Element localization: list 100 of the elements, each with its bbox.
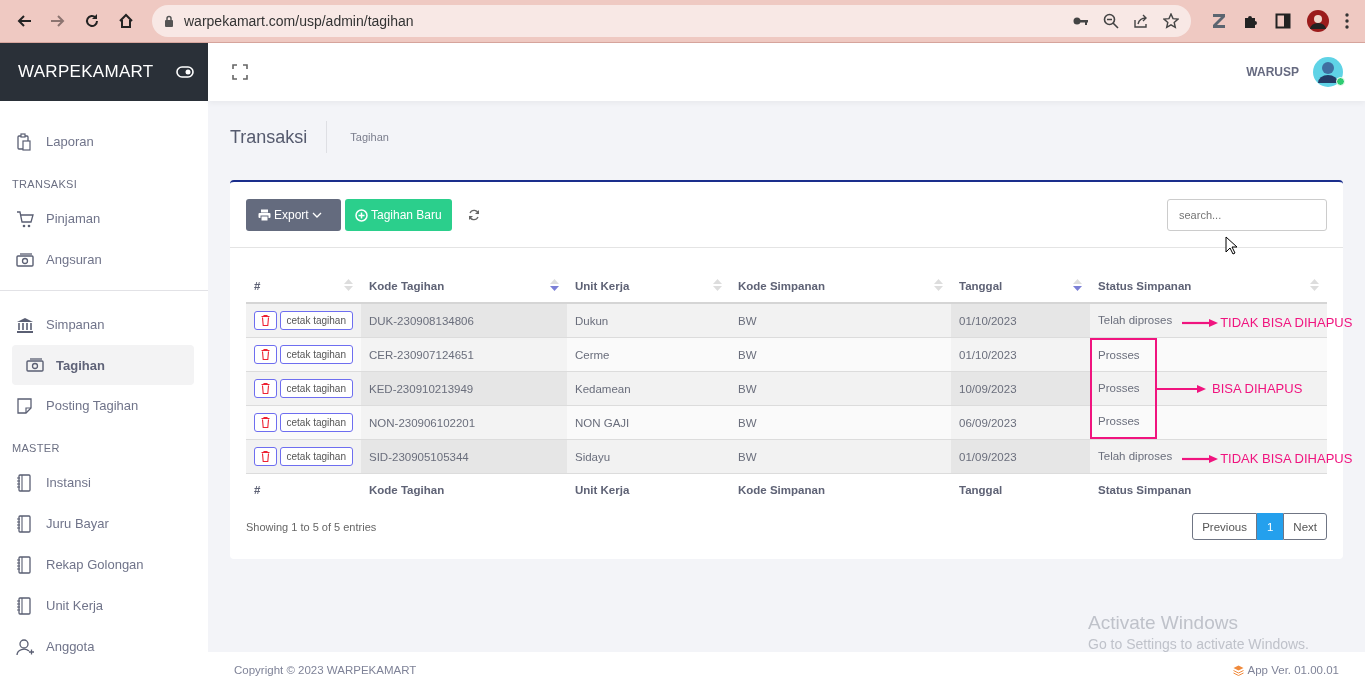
add-user-icon (16, 637, 34, 656)
table-cell: Cerme (567, 337, 730, 372)
sidebar-item[interactable]: Juru Bayar (0, 503, 208, 544)
section-heading: MASTER (11, 441, 61, 456)
user-avatar-icon[interactable] (1313, 57, 1343, 87)
table-cell: KED-230910213949 (361, 371, 567, 406)
sidebar-item[interactable]: Angsuran (0, 239, 208, 280)
sidebar-item[interactable]: Anggota (0, 626, 208, 667)
annotation-text: BISA DIHAPUS (1212, 380, 1303, 396)
lock-icon (164, 15, 174, 27)
puzzle-icon[interactable] (1243, 13, 1259, 29)
zoom-out-icon[interactable] (1103, 13, 1119, 29)
copyright-text: Copyright © 2023 WARPEKAMART (234, 664, 417, 676)
table-cell: NON GAJI (567, 405, 730, 440)
table-cell: DUK-230908134806 (361, 303, 567, 338)
delete-button[interactable] (254, 345, 277, 364)
url-text: warpekamart.com/usp/admin/tagihan (184, 13, 415, 29)
delete-button[interactable] (254, 379, 277, 398)
print-bill-button[interactable]: cetak tagihan (279, 447, 353, 466)
annotation-text: TIDAK BISA DIHAPUS (1220, 314, 1353, 330)
star-icon[interactable] (1163, 13, 1179, 29)
forward-icon (50, 13, 66, 29)
column-footer: Tanggal (951, 473, 1090, 506)
sidebar-item[interactable]: Rekap Golongan (0, 544, 208, 585)
z-extension-icon[interactable] (1211, 12, 1227, 30)
delete-button[interactable] (254, 311, 277, 330)
delete-button[interactable] (254, 413, 277, 432)
banknote-icon (26, 356, 44, 374)
sidebar-item[interactable]: Tagihan (12, 345, 194, 385)
notebook-icon (16, 596, 34, 615)
table-cell-text: Telah diproses (1098, 313, 1173, 328)
previous-button[interactable]: Previous (1192, 513, 1257, 540)
key-icon[interactable] (1073, 16, 1089, 26)
column-footer: Status Simpanan (1090, 473, 1327, 506)
home-icon (118, 13, 134, 29)
table-cell: NON-230906102201 (361, 405, 567, 440)
sidebar-item[interactable]: Instansi (0, 462, 208, 503)
profile-avatar-icon[interactable] (1307, 10, 1329, 32)
fullscreen-icon[interactable] (232, 64, 248, 80)
notebook-icon (16, 514, 34, 533)
trash-icon (260, 451, 270, 462)
column-footer: Kode Tagihan (361, 473, 567, 506)
table-cell: Sidayu (567, 439, 730, 474)
notebook-icon (16, 555, 34, 574)
entries-info: Showing 1 to 5 of 5 entries (246, 520, 377, 533)
print-bill-button[interactable]: cetak tagihan (279, 345, 353, 364)
table-cell: BW (730, 405, 951, 440)
reload-icon (84, 13, 100, 29)
column-footer: Kode Simpanan (730, 473, 951, 506)
trash-icon (260, 315, 270, 326)
section-heading: TRANSAKSI (11, 177, 79, 192)
toggle-icon[interactable] (176, 66, 194, 78)
table-cell: CER-230907124651 (361, 337, 567, 372)
address-bar[interactable]: warpekamart.com/usp/admin/tagihan (152, 5, 1191, 37)
mouse-cursor-icon (1225, 236, 1238, 255)
bank-icon (16, 315, 34, 334)
table-cell: 01/09/2023 (951, 439, 1090, 474)
user-name: WARUSP (1246, 65, 1299, 79)
table-cell: BW (730, 371, 951, 406)
trash-icon (260, 349, 270, 360)
next-button[interactable]: Next (1283, 513, 1327, 540)
column-footer: # (246, 473, 361, 506)
layers-icon (1232, 664, 1244, 676)
clipboard-icon (16, 132, 34, 151)
search-field[interactable]: search... (1167, 199, 1327, 231)
column-footer: Unit Kerja (567, 473, 730, 506)
print-bill-button[interactable]: cetak tagihan (279, 379, 353, 398)
table-cell: Dukun (567, 303, 730, 338)
table-cell: BW (730, 337, 951, 372)
sidebar-item[interactable]: Pinjaman (0, 198, 208, 239)
page-title: Transaksi (230, 121, 328, 153)
sidebar-item[interactable]: Simpanan (0, 304, 208, 345)
breadcrumb-link[interactable]: Tagihan (327, 131, 389, 143)
share-icon[interactable] (1133, 13, 1149, 29)
menu-icon[interactable] (1345, 13, 1349, 29)
table-cell-text: Telah diproses (1098, 449, 1173, 464)
sidebar-item[interactable]: Posting Tagihan (0, 385, 208, 426)
plus-circle-icon (355, 208, 368, 222)
table-cell: BW (730, 439, 951, 474)
table-cell: Kedamean (567, 371, 730, 406)
brand-name: WARPEKAMART (18, 62, 154, 82)
refresh-icon[interactable] (467, 209, 480, 221)
table-cell: 10/09/2023 (951, 371, 1090, 406)
notebook-icon (16, 473, 34, 492)
print-bill-button[interactable]: cetak tagihan (279, 413, 353, 432)
table-cell: 06/09/2023 (951, 405, 1090, 440)
annotation-arrow (1182, 318, 1219, 327)
sidebar-item[interactable]: Laporan (0, 121, 208, 162)
annotation-arrow (1156, 384, 1206, 393)
note-icon (16, 396, 34, 415)
export-button[interactable]: Export (246, 199, 341, 231)
trash-icon (260, 383, 270, 394)
delete-button[interactable] (254, 447, 277, 466)
print-bill-button[interactable]: cetak tagihan (279, 311, 353, 330)
sidebar-item[interactable]: Unit Kerja (0, 585, 208, 626)
cart-icon (16, 209, 34, 228)
page-button[interactable]: 1 (1256, 513, 1284, 540)
table-cell: 01/10/2023 (951, 303, 1090, 338)
side-panel-icon[interactable] (1275, 13, 1291, 29)
back-icon (16, 13, 32, 29)
